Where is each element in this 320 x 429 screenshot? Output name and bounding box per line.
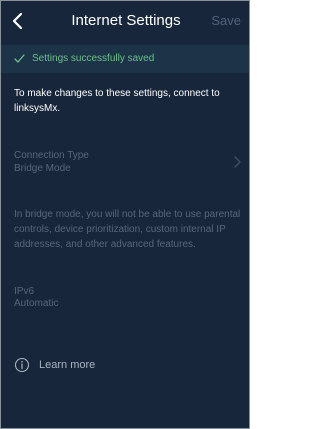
ipv6-value: Automatic (14, 298, 59, 309)
back-button[interactable] (10, 11, 26, 31)
connection-type-label: Connection Type (14, 150, 89, 161)
page-title: Internet Settings (71, 12, 181, 29)
intro-text: To make changes to these settings, conne… (14, 88, 220, 114)
save-button[interactable]: Save (211, 10, 241, 32)
connection-type-value: Bridge Mode (14, 163, 71, 174)
bridge-mode-note: In bridge mode, you will not be able to … (14, 209, 241, 250)
success-banner: Settings successfully saved (1, 45, 249, 73)
header: Internet Settings Save (1, 1, 249, 41)
check-icon (14, 54, 25, 63)
chevron-left-icon (12, 12, 23, 30)
chevron-right-icon (234, 156, 241, 168)
learn-more-label[interactable]: Learn more (39, 357, 95, 374)
internet-settings-screen: Internet Settings Save Settings successf… (0, 0, 250, 429)
success-message: Settings successfully saved (32, 53, 155, 64)
info-icon (14, 357, 30, 373)
